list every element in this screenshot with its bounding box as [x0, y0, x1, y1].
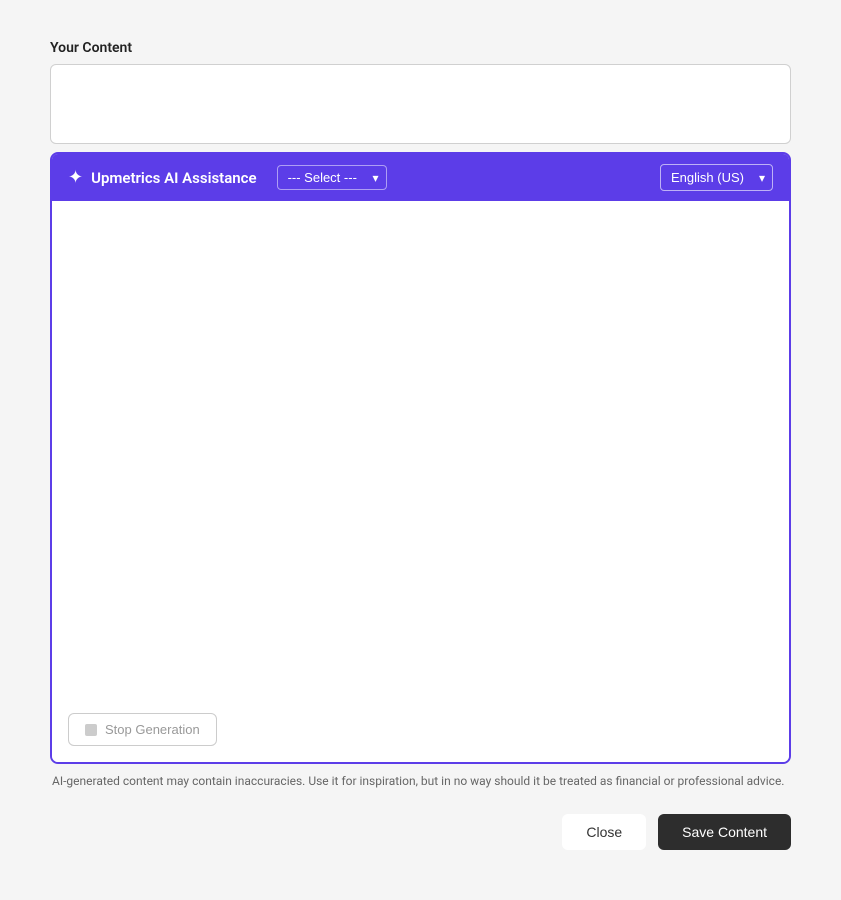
save-content-button[interactable]: Save Content: [658, 814, 791, 850]
content-textarea[interactable]: [50, 64, 791, 144]
your-content-label: Your Content: [50, 40, 791, 56]
stop-icon: [85, 724, 97, 736]
select-wrapper: --- Select --- Option 1 Option 2: [277, 165, 387, 190]
ai-magic-icon: ✦: [68, 167, 83, 188]
ai-title: Upmetrics AI Assistance: [91, 169, 256, 187]
ai-footer: Stop Generation: [52, 701, 789, 762]
bottom-section: AI-generated content may contain inaccur…: [50, 774, 791, 860]
stop-generation-label: Stop Generation: [105, 722, 200, 737]
ai-select-dropdown[interactable]: --- Select --- Option 1 Option 2: [277, 165, 387, 190]
language-dropdown-wrapper: English (US) English (UK) Spanish French…: [660, 164, 773, 191]
language-select[interactable]: English (US) English (UK) Spanish French…: [660, 164, 773, 191]
ai-header: ✦ Upmetrics AI Assistance --- Select ---…: [52, 154, 789, 201]
disclaimer-text: AI-generated content may contain inaccur…: [50, 774, 791, 788]
ai-content-area: [52, 201, 789, 701]
ai-assistance-panel: ✦ Upmetrics AI Assistance --- Select ---…: [50, 152, 791, 764]
ai-header-left: ✦ Upmetrics AI Assistance --- Select ---…: [68, 165, 387, 190]
action-buttons-row: Close Save Content: [50, 804, 791, 860]
stop-generation-button[interactable]: Stop Generation: [68, 713, 217, 746]
close-button[interactable]: Close: [562, 814, 646, 850]
